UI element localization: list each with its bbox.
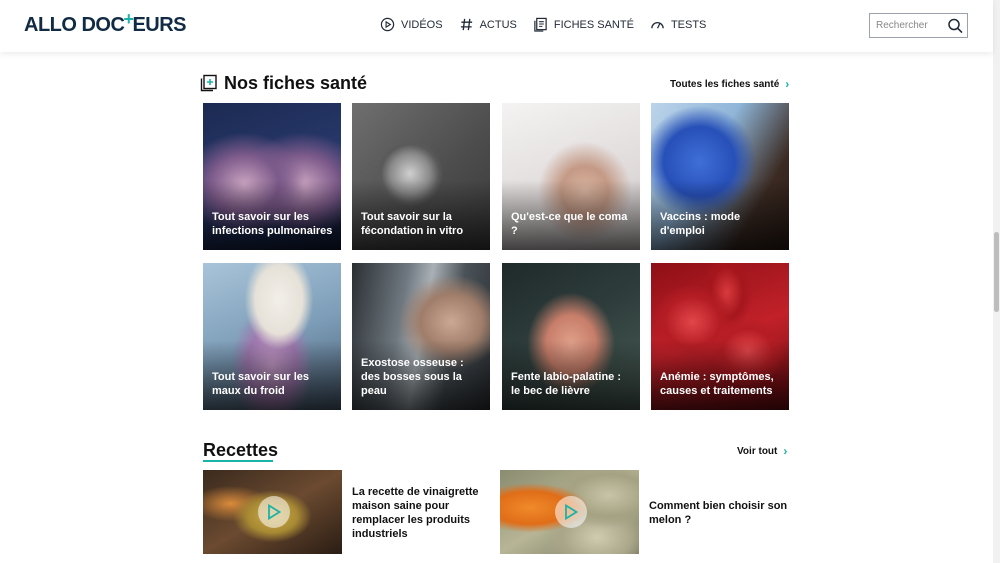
- play-icon: [268, 504, 281, 520]
- recipe-title: La recette de vinaigrette maison saine p…: [352, 486, 479, 540]
- nav-tests[interactable]: TESTS: [650, 17, 706, 32]
- section-title-recettes: Recettes: [203, 440, 279, 460]
- nav-fiches-sante[interactable]: FICHES SANTÉ: [533, 17, 634, 32]
- fiche-card[interactable]: Qu'est-ce que le coma ?: [502, 103, 640, 250]
- logo-text-right: EURS: [132, 14, 187, 36]
- title-underline: [203, 460, 273, 462]
- fiche-card-label: Tout savoir sur les infections pulmonair…: [212, 211, 333, 237]
- fiche-card-label: Tout savoir sur la fécondation in vitro: [361, 211, 464, 237]
- chevron-right-icon: ›: [785, 77, 790, 91]
- page-scrollbar[interactable]: [993, 0, 1000, 563]
- fiche-card-label: Qu'est-ce que le coma ?: [511, 211, 628, 237]
- section-title-fiches: Nos fiches santé: [224, 73, 368, 93]
- see-all-fiches-link[interactable]: Toutes les fiches santé ›: [670, 77, 789, 91]
- play-icon: [565, 504, 578, 520]
- nav-tests-label: TESTS: [670, 18, 707, 31]
- play-button[interactable]: [258, 496, 290, 528]
- see-all-recettes-label: Voir tout: [737, 445, 778, 457]
- search-icon[interactable]: [946, 17, 964, 35]
- health-sheet-icon: [200, 74, 217, 92]
- fiche-card-label: Vaccins : mode d'emploi: [660, 211, 741, 237]
- nav-fiches-sante-label: FICHES SANTÉ: [553, 18, 634, 31]
- play-circle-icon: [380, 17, 395, 32]
- recipe-title: Comment bien choisir son melon ?: [649, 500, 788, 526]
- nav-actus[interactable]: ACTUS: [459, 17, 517, 32]
- play-button[interactable]: [555, 496, 587, 528]
- fiche-card-label: Fente labio-palatine : le bec de lièvre: [511, 371, 622, 397]
- search-box[interactable]: [869, 13, 968, 38]
- scrollbar-thumb[interactable]: [994, 232, 999, 312]
- melon-image: [500, 470, 639, 554]
- fiche-card-label: Exostose osseuse : des bosses sous la pe…: [361, 357, 464, 397]
- nav-actus-label: ACTUS: [479, 18, 517, 31]
- logo-plus: +: [123, 9, 134, 29]
- see-all-recettes-link[interactable]: Voir tout ›: [737, 444, 787, 458]
- recipe-card[interactable]: La recette de vinaigrette maison saine p…: [203, 470, 492, 554]
- document-icon: [534, 17, 547, 32]
- site-header: ALLO DOC+EURS VIDÉOS ACTUS FICHES SANTÉ …: [0, 0, 993, 52]
- fiche-card[interactable]: Tout savoir sur les maux du froid: [203, 263, 341, 410]
- chevron-right-icon: ›: [783, 444, 788, 458]
- fiche-card[interactable]: Exostose osseuse : des bosses sous la pe…: [352, 263, 490, 410]
- main-nav: VIDÉOS ACTUS FICHES SANTÉ TESTS: [380, 17, 706, 32]
- fiche-card[interactable]: Anémie : symptômes, causes et traitement…: [651, 263, 789, 410]
- vinaigrette-image: [203, 470, 342, 554]
- logo-text-left: ALLO DOC: [24, 14, 125, 36]
- search-input[interactable]: [870, 15, 944, 36]
- site-logo[interactable]: ALLO DOC+EURS: [24, 9, 187, 37]
- nav-videos-label: VIDÉOS: [401, 18, 443, 31]
- fiche-card[interactable]: Vaccins : mode d'emploi: [651, 103, 789, 250]
- fiche-card[interactable]: Fente labio-palatine : le bec de lièvre: [502, 263, 640, 410]
- fiche-card-label: Anémie : symptômes, causes et traitement…: [660, 371, 774, 397]
- fiche-card[interactable]: Tout savoir sur les infections pulmonair…: [203, 103, 341, 250]
- see-all-fiches-label: Toutes les fiches santé: [670, 78, 780, 90]
- hashtag-icon: [460, 18, 472, 31]
- recipe-card[interactable]: Comment bien choisir son melon ?: [500, 470, 789, 554]
- fiche-card[interactable]: Tout savoir sur la fécondation in vitro: [352, 103, 490, 250]
- nav-videos[interactable]: VIDÉOS: [380, 17, 443, 32]
- fiche-card-label: Tout savoir sur les maux du froid: [212, 371, 309, 397]
- gauge-icon: [651, 22, 664, 29]
